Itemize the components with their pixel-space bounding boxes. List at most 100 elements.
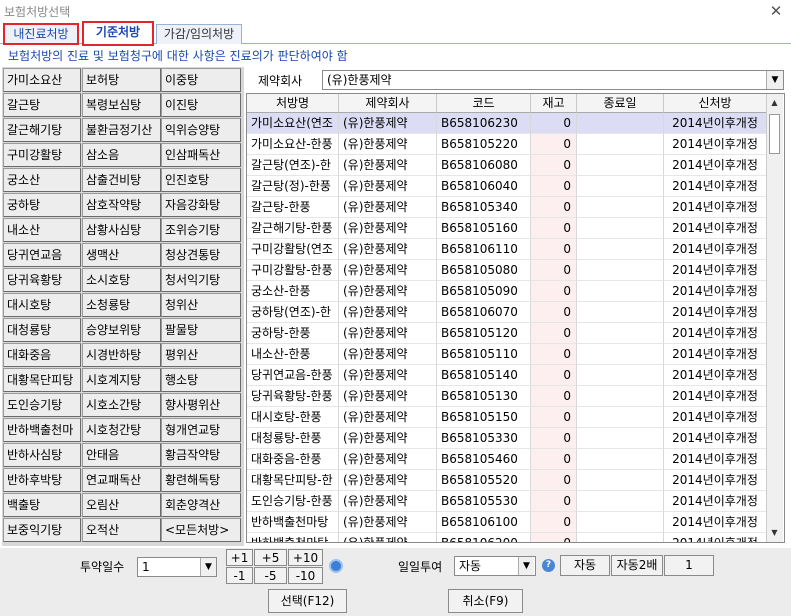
table-cell[interactable]: 0: [531, 365, 577, 386]
prescription-button[interactable]: 오적산: [82, 518, 161, 542]
table-cell[interactable]: 0: [531, 218, 577, 239]
table-cell[interactable]: (유)한풍제약: [339, 407, 437, 428]
prescription-button[interactable]: 구미강활탕: [3, 143, 81, 167]
table-cell[interactable]: B658106100: [437, 512, 531, 533]
table-cell[interactable]: 2014년이후개정: [664, 344, 767, 365]
table-cell[interactable]: 2014년이후개정: [664, 155, 767, 176]
table-cell[interactable]: 궁하탕-한풍: [247, 323, 339, 344]
table-cell[interactable]: 가미소요산(연조: [247, 113, 339, 134]
tab-custom-prescriptions[interactable]: 가감/임의처방: [156, 24, 242, 44]
prescription-button[interactable]: 반하사심탕: [3, 443, 81, 467]
prescription-button[interactable]: 삼호작약탕: [82, 193, 161, 217]
table-cell[interactable]: 대시호탕-한풍: [247, 407, 339, 428]
prescription-button[interactable]: 당귀연교음: [3, 243, 81, 267]
prescription-button[interactable]: 시경반하탕: [82, 343, 161, 367]
prescription-button[interactable]: 삼출건비탕: [82, 168, 161, 192]
table-cell[interactable]: (유)한풍제약: [339, 491, 437, 512]
table-cell[interactable]: [577, 428, 664, 449]
prescription-button[interactable]: 반하후박탕: [3, 468, 81, 492]
table-cell[interactable]: 0: [531, 134, 577, 155]
plus-10-button[interactable]: +10: [288, 549, 323, 566]
prescription-button[interactable]: 시호소간탕: [82, 393, 161, 417]
table-cell[interactable]: B658105120: [437, 323, 531, 344]
table-cell[interactable]: 구미강활탕-한풍: [247, 260, 339, 281]
table-cell[interactable]: (유)한풍제약: [339, 218, 437, 239]
table-cell[interactable]: B658105110: [437, 344, 531, 365]
table-cell[interactable]: B658105090: [437, 281, 531, 302]
table-cell[interactable]: [577, 281, 664, 302]
table-cell[interactable]: 0: [531, 428, 577, 449]
scroll-down-icon[interactable]: ▼: [767, 525, 782, 540]
column-header[interactable]: 처방명: [247, 94, 339, 113]
table-cell[interactable]: 2014년이후개정: [664, 470, 767, 491]
table-cell[interactable]: (유)한풍제약: [339, 344, 437, 365]
prescription-button[interactable]: 대화중음: [3, 343, 81, 367]
table-cell[interactable]: 대황목단피탕-한: [247, 470, 339, 491]
table-cell[interactable]: 0: [531, 512, 577, 533]
plus-5-button[interactable]: +5: [254, 549, 287, 566]
table-cell[interactable]: 갈근탕(정)-한풍: [247, 176, 339, 197]
table-cell[interactable]: 궁소산-한풍: [247, 281, 339, 302]
table-cell[interactable]: [577, 344, 664, 365]
prescription-button[interactable]: 시호청간탕: [82, 418, 161, 442]
dose-one-button[interactable]: 1: [664, 555, 714, 576]
table-cell[interactable]: 0: [531, 323, 577, 344]
table-cell[interactable]: B658106080: [437, 155, 531, 176]
chevron-down-icon[interactable]: ▼: [766, 71, 783, 89]
table-cell[interactable]: 2014년이후개정: [664, 260, 767, 281]
table-cell[interactable]: 반하백출천마탕: [247, 512, 339, 533]
table-cell[interactable]: (유)한풍제약: [339, 386, 437, 407]
auto-button[interactable]: 자동: [560, 555, 610, 576]
table-cell[interactable]: 0: [531, 344, 577, 365]
table-cell[interactable]: 갈근탕-한풍: [247, 197, 339, 218]
table-cell[interactable]: (유)한풍제약: [339, 176, 437, 197]
table-cell[interactable]: 당귀육황탕-한풍: [247, 386, 339, 407]
table-cell[interactable]: [577, 365, 664, 386]
prescription-button[interactable]: 복령보심탕: [82, 93, 161, 117]
table-cell[interactable]: 갈근탕(연조)-한: [247, 155, 339, 176]
table-cell[interactable]: 2014년이후개정: [664, 323, 767, 344]
table-cell[interactable]: (유)한풍제약: [339, 533, 437, 542]
table-cell[interactable]: 0: [531, 176, 577, 197]
table-cell[interactable]: B658106230: [437, 113, 531, 134]
prescription-button[interactable]: 연교패독산: [82, 468, 161, 492]
minus-10-button[interactable]: -10: [288, 567, 323, 584]
table-cell[interactable]: 2014년이후개정: [664, 386, 767, 407]
column-header[interactable]: 종료일: [577, 94, 664, 113]
prescription-button[interactable]: 도인승기탕: [3, 393, 81, 417]
table-cell[interactable]: 2014년이후개정: [664, 197, 767, 218]
prescription-button[interactable]: 갈근해기탕: [3, 118, 81, 142]
table-cell[interactable]: B658105160: [437, 218, 531, 239]
table-cell[interactable]: [577, 533, 664, 542]
column-header[interactable]: 제약회사: [339, 94, 437, 113]
column-header[interactable]: 코드: [437, 94, 531, 113]
table-cell[interactable]: B658105330: [437, 428, 531, 449]
table-cell[interactable]: (유)한풍제약: [339, 365, 437, 386]
prescription-button[interactable]: 삼황사심탕: [82, 218, 161, 242]
prescription-button[interactable]: 청서익기탕: [161, 268, 241, 292]
table-cell[interactable]: [577, 239, 664, 260]
table-cell[interactable]: 2014년이후개정: [664, 239, 767, 260]
table-cell[interactable]: 내소산-한풍: [247, 344, 339, 365]
prescription-button[interactable]: 행소탕: [161, 368, 241, 392]
table-cell[interactable]: 0: [531, 386, 577, 407]
prescription-button[interactable]: 반하백출천마: [3, 418, 81, 442]
table-cell[interactable]: 0: [531, 407, 577, 428]
table-cell[interactable]: 2014년이후개정: [664, 365, 767, 386]
prescription-button[interactable]: 궁소산: [3, 168, 81, 192]
chevron-down-icon[interactable]: ▼: [200, 558, 216, 576]
prescription-button[interactable]: <모든처방>: [161, 518, 241, 542]
table-cell[interactable]: [577, 260, 664, 281]
prescription-button[interactable]: 향사평위산: [161, 393, 241, 417]
prescription-button[interactable]: 승양보위탕: [82, 318, 161, 342]
prescription-button[interactable]: 소청룡탕: [82, 293, 161, 317]
chevron-down-icon[interactable]: ▼: [518, 557, 534, 575]
table-cell[interactable]: [577, 155, 664, 176]
prescription-button[interactable]: 황금작약탕: [161, 443, 241, 467]
table-cell[interactable]: B658105130: [437, 386, 531, 407]
table-cell[interactable]: 궁하탕(연조)-한: [247, 302, 339, 323]
table-cell[interactable]: 2014년이후개정: [664, 281, 767, 302]
prescription-button[interactable]: 조위승기탕: [161, 218, 241, 242]
prescription-button[interactable]: 보허탕: [82, 68, 161, 92]
prescription-button[interactable]: 궁하탕: [3, 193, 81, 217]
